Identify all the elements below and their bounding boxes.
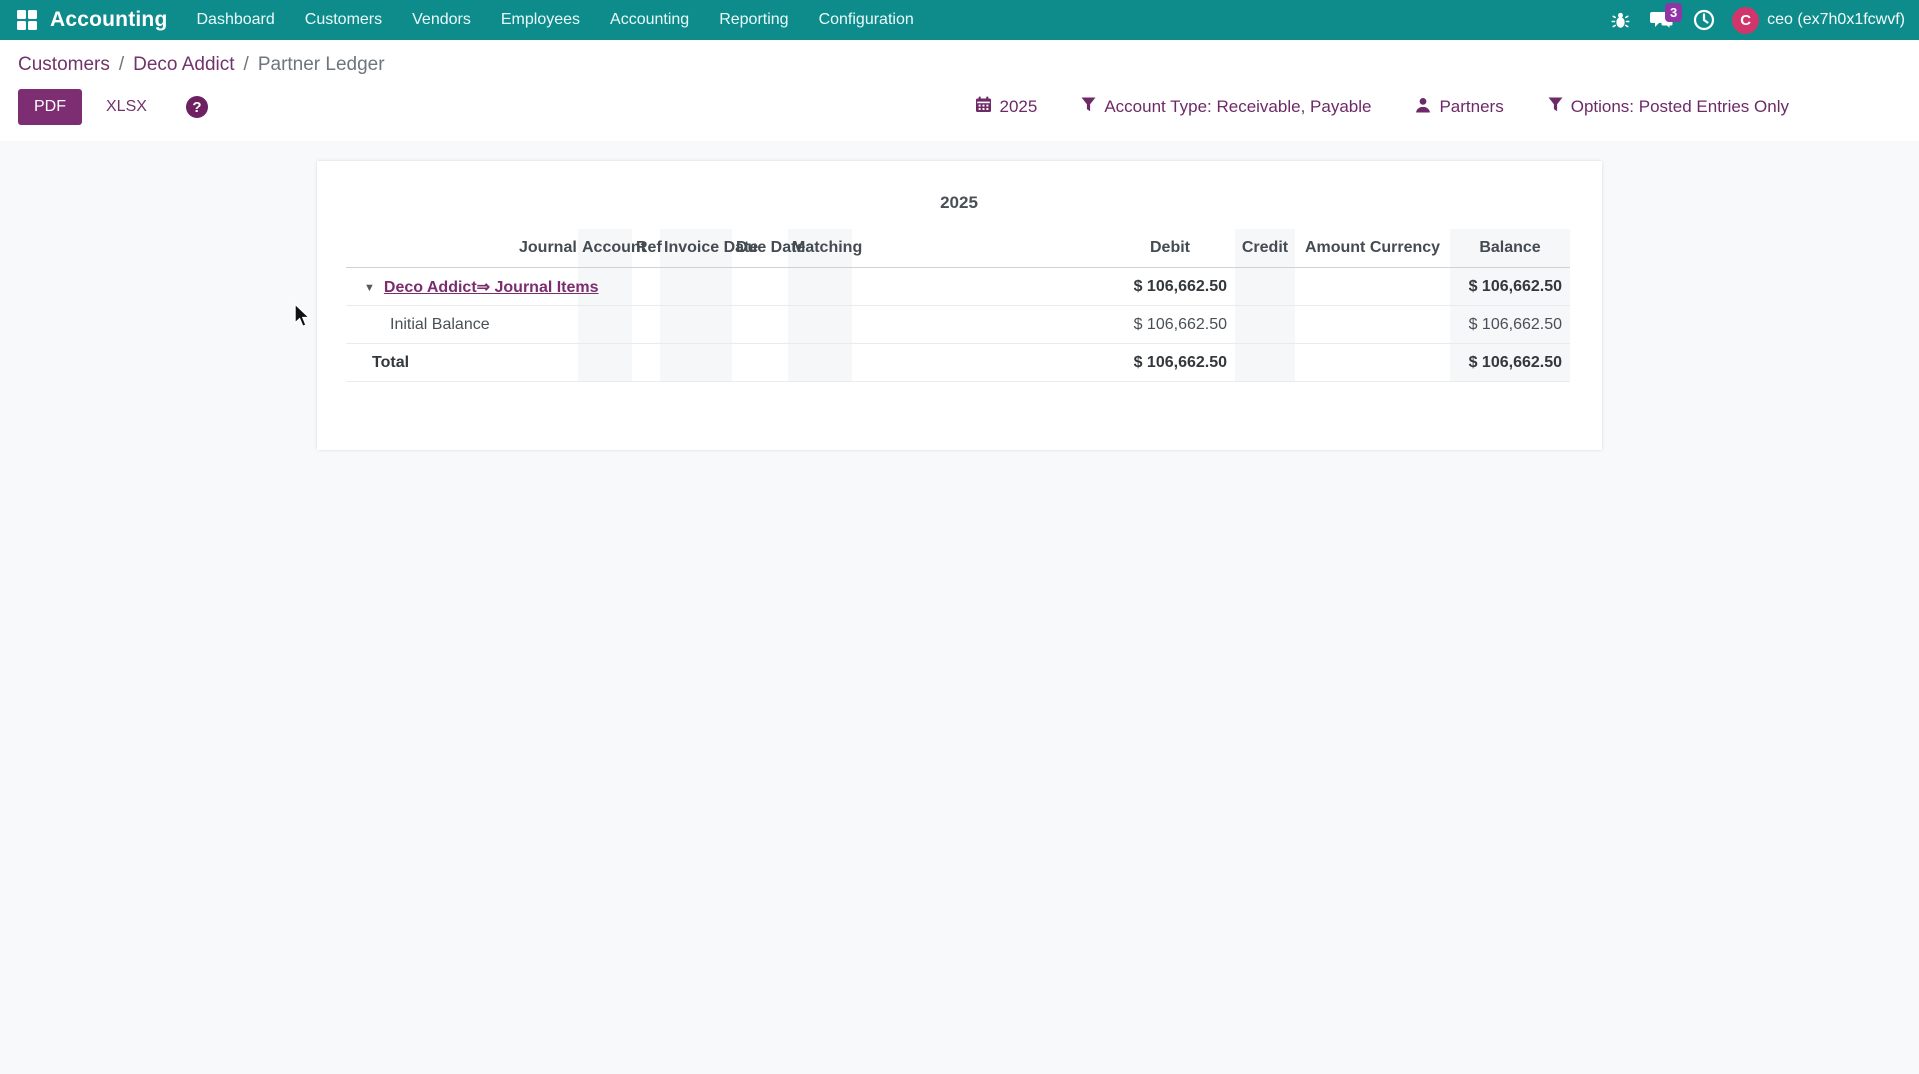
cell-debit: $ 106,662.50 (1105, 268, 1235, 306)
top-navbar: Accounting Dashboard Customers Vendors E… (0, 0, 1919, 40)
col-due-date: Due Date (732, 229, 788, 268)
cell-empty (788, 344, 852, 382)
breadcrumb-separator: / (244, 54, 249, 76)
col-invoice-date: Invoice Date (660, 229, 732, 268)
cell-empty (578, 344, 632, 382)
partner-ledger-table: Journal Account Ref Invoice Date Due Dat… (346, 229, 1570, 382)
breadcrumb-current: Partner Ledger (258, 54, 385, 76)
cell-empty (632, 268, 660, 306)
help-icon[interactable]: ? (186, 96, 208, 118)
cell-empty (578, 306, 632, 344)
cell-amount-currency (1295, 268, 1450, 306)
control-panel: Customers / Deco Addict / Partner Ledger… (0, 40, 1919, 141)
cell-empty (660, 306, 732, 344)
funnel-icon (1548, 97, 1563, 117)
bug-icon[interactable] (1602, 2, 1638, 38)
cell-empty (788, 306, 852, 344)
cell-balance: $ 106,662.50 (1450, 306, 1570, 344)
report-period-title: 2025 (346, 193, 1572, 213)
nav-right-tools: 3 C ceo (ex7h0x1fcwvf) (1602, 2, 1905, 38)
cell-empty (732, 268, 788, 306)
cell-empty (732, 306, 788, 344)
breadcrumb: Customers / Deco Addict / Partner Ledger (18, 54, 1901, 76)
app-name[interactable]: Accounting (50, 8, 168, 32)
breadcrumb-customers[interactable]: Customers (18, 54, 110, 76)
messages-count-badge: 3 (1665, 3, 1682, 22)
partner-group-link[interactable]: Deco Addict⇒ Journal Items (384, 279, 599, 296)
cell-empty (632, 344, 660, 382)
cell-empty (852, 268, 1105, 306)
col-name (346, 229, 515, 268)
col-matching: Matching (788, 229, 852, 268)
menu-vendors[interactable]: Vendors (397, 0, 486, 40)
filter-account-type[interactable]: Account Type: Receivable, Payable (1081, 97, 1371, 117)
col-credit: Credit (1235, 229, 1295, 268)
partner-group-cell: ▼Deco Addict⇒ Journal Items (346, 268, 578, 306)
col-debit: Debit (1105, 229, 1235, 268)
table-row-partner-group: ▼Deco Addict⇒ Journal Items $ 106,662.50… (346, 268, 1570, 306)
caret-down-icon[interactable]: ▼ (364, 282, 375, 294)
menu-configuration[interactable]: Configuration (804, 0, 929, 40)
cell-empty (660, 268, 732, 306)
col-ref: Ref (632, 229, 660, 268)
cell-empty (852, 306, 1105, 344)
user-menu[interactable]: C ceo (ex7h0x1fcwvf) (1728, 7, 1905, 34)
pdf-button[interactable]: PDF (18, 89, 82, 125)
breadcrumb-deco-addict[interactable]: Deco Addict (133, 54, 234, 76)
cell-debit: $ 106,662.50 (1105, 306, 1235, 344)
report-area: 2025 Journal Account (0, 141, 1919, 1060)
initial-balance-label: Initial Balance (346, 306, 578, 344)
cell-empty (660, 344, 732, 382)
col-journal: Journal (515, 229, 578, 268)
filter-partners[interactable]: Partners (1415, 97, 1503, 118)
table-row-total: Total $ 106,662.50 $ 106,662.50 (346, 344, 1570, 382)
table-header-row: Journal Account Ref Invoice Date Due Dat… (346, 229, 1570, 268)
messages-icon[interactable]: 3 (1644, 2, 1680, 38)
avatar: C (1732, 7, 1759, 34)
report-filters: 2025 Account Type: Receivable, Payable (975, 96, 1902, 118)
activities-clock-icon[interactable] (1686, 2, 1722, 38)
filter-account-type-label: Account Type: Receivable, Payable (1104, 97, 1371, 117)
toolbar-row: PDF XLSX ? 202 (18, 89, 1901, 125)
total-label: Total (346, 344, 578, 382)
cell-credit (1235, 344, 1295, 382)
col-account: Account (578, 229, 632, 268)
cell-empty (788, 268, 852, 306)
cell-empty (732, 344, 788, 382)
col-balance: Balance (1450, 229, 1570, 268)
menu-reporting[interactable]: Reporting (704, 0, 803, 40)
export-buttons: PDF XLSX ? (18, 89, 208, 125)
filter-date[interactable]: 2025 (975, 96, 1038, 118)
apps-grid-icon[interactable] (10, 3, 44, 37)
report-card: 2025 Journal Account (317, 161, 1602, 450)
filter-partners-label: Partners (1439, 97, 1503, 117)
cell-credit (1235, 268, 1295, 306)
breadcrumb-separator: / (119, 54, 124, 76)
xlsx-button[interactable]: XLSX (91, 90, 162, 124)
table-row-initial-balance: Initial Balance $ 106,662.50 $ 106,662.5… (346, 306, 1570, 344)
col-spacer (852, 229, 1105, 268)
user-name: ceo (ex7h0x1fcwvf) (1767, 11, 1905, 29)
cell-credit (1235, 306, 1295, 344)
calendar-icon (975, 96, 992, 118)
menu-dashboard[interactable]: Dashboard (182, 0, 290, 40)
cell-empty (852, 344, 1105, 382)
cell-balance: $ 106,662.50 (1450, 344, 1570, 382)
user-icon (1415, 97, 1431, 118)
menu-accounting[interactable]: Accounting (595, 0, 704, 40)
main-menu: Dashboard Customers Vendors Employees Ac… (182, 0, 929, 40)
col-amount-currency: Amount Currency (1295, 229, 1450, 268)
menu-employees[interactable]: Employees (486, 0, 595, 40)
filter-options[interactable]: Options: Posted Entries Only (1548, 97, 1789, 117)
cell-balance: $ 106,662.50 (1450, 268, 1570, 306)
cell-debit: $ 106,662.50 (1105, 344, 1235, 382)
cell-amount-currency (1295, 344, 1450, 382)
cell-empty (632, 306, 660, 344)
menu-customers[interactable]: Customers (290, 0, 397, 40)
filter-date-label: 2025 (1000, 97, 1038, 117)
filter-options-label: Options: Posted Entries Only (1571, 97, 1789, 117)
funnel-icon (1081, 97, 1096, 117)
cell-amount-currency (1295, 306, 1450, 344)
